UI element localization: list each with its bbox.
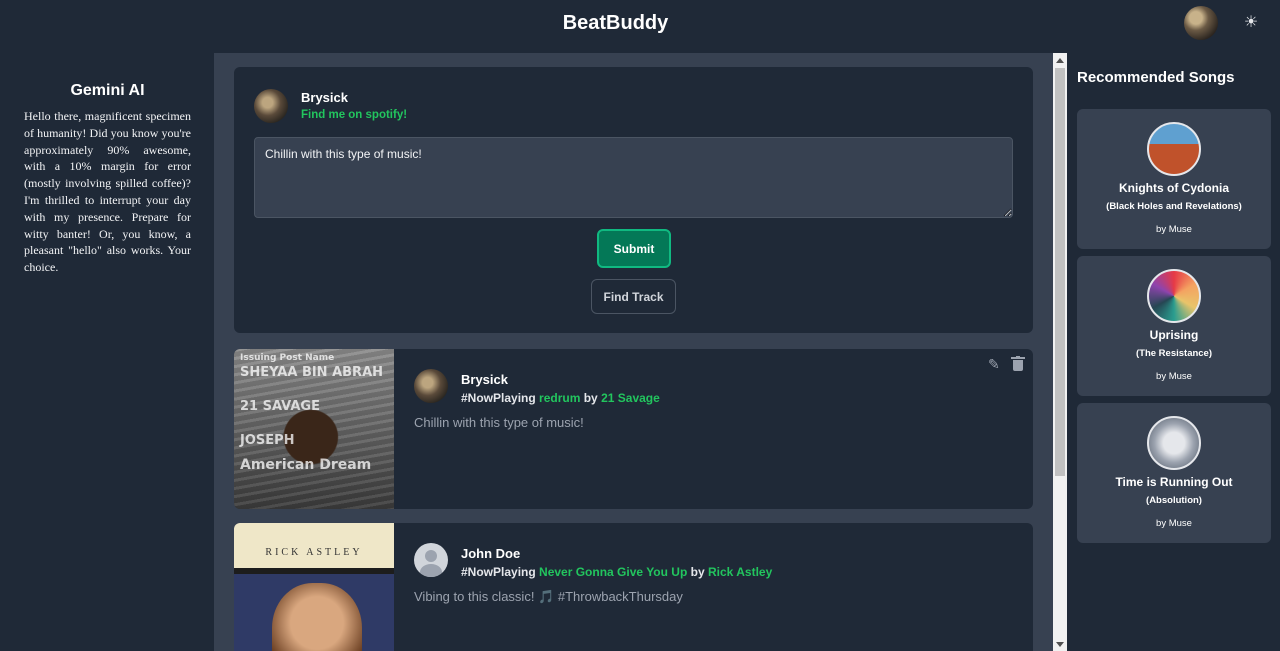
cover-text: JOSEPH: [240, 433, 295, 448]
song-title: Knights of Cydonia: [1119, 181, 1229, 195]
feed-scrollbar[interactable]: [1053, 53, 1067, 651]
hashtag: #NowPlaying: [461, 565, 536, 579]
song-artist: by Muse: [1156, 224, 1192, 235]
recommended-title: Recommended Songs: [1077, 69, 1235, 86]
artist-link[interactable]: 21 Savage: [601, 391, 660, 405]
delete-icon[interactable]: [1011, 356, 1025, 372]
song-album: (The Resistance): [1135, 348, 1213, 359]
top-header: BeatBuddy ☀: [0, 0, 1280, 50]
song-album: (Black Holes and Revelations): [1106, 201, 1242, 212]
recommended-song-card[interactable]: Knights of Cydonia (Black Holes and Reve…: [1077, 109, 1271, 249]
sun-icon[interactable]: ☀: [1242, 13, 1260, 31]
edit-icon[interactable]: ✎: [988, 356, 1004, 372]
song-artist: by Muse: [1156, 371, 1192, 382]
feed: Brysick Find me on spotify! Chillin with…: [214, 53, 1053, 651]
post-username[interactable]: Brysick: [461, 372, 508, 387]
scroll-down-icon[interactable]: [1056, 642, 1064, 647]
album-art: [1147, 269, 1201, 323]
post-username[interactable]: John Doe: [461, 546, 520, 561]
track-link[interactable]: redrum: [539, 391, 580, 405]
music-note-icon: 🎵: [538, 589, 555, 604]
cover-text: 21 SAVAGE: [240, 399, 320, 414]
track-link[interactable]: Never Gonna Give You Up: [539, 565, 687, 579]
gemini-panel: Gemini AI Hello there, magnificent speci…: [24, 82, 191, 276]
album-cover: Issuing Post Name SHEYAA BIN ABRAH 21 SA…: [234, 349, 394, 509]
artist-link[interactable]: Rick Astley: [708, 565, 772, 579]
post-input[interactable]: Chillin with this type of music!: [254, 137, 1013, 218]
user-avatar[interactable]: [1184, 6, 1218, 40]
album-art: [1147, 416, 1201, 470]
post-card: Issuing Post Name SHEYAA BIN ABRAH 21 SA…: [234, 349, 1033, 509]
cover-text: Issuing Post Name: [240, 353, 335, 363]
gemini-title: Gemini AI: [70, 82, 145, 99]
recommended-song-card[interactable]: Uprising (The Resistance) by Muse: [1077, 256, 1271, 396]
post-avatar[interactable]: [414, 369, 448, 403]
post-composer: Brysick Find me on spotify! Chillin with…: [234, 67, 1033, 333]
find-track-button[interactable]: Find Track: [591, 279, 676, 314]
by-label: by: [690, 565, 705, 579]
cover-portrait: [272, 583, 362, 651]
song-artist: by Muse: [1156, 518, 1192, 529]
post-content: Chillin with this type of music!: [414, 415, 584, 430]
by-label: by: [583, 391, 598, 405]
gemini-message: Hello there, magnificent specimen of hum…: [24, 109, 191, 275]
album-cover: RICK ASTLEY: [234, 523, 394, 651]
post-text: Vibing to this classic!: [414, 589, 535, 604]
composer-username: Brysick: [301, 90, 348, 105]
song-album: (Absolution): [1146, 495, 1202, 506]
now-playing-line: #NowPlaying redrum by 21 Savage: [461, 391, 660, 405]
recommended-song-card[interactable]: Time is Running Out (Absolution) by Muse: [1077, 403, 1271, 543]
submit-button[interactable]: Submit: [597, 229, 671, 268]
composer-avatar: [254, 89, 288, 123]
song-title: Uprising: [1149, 328, 1199, 342]
cover-text: American Dream: [240, 457, 372, 473]
album-art: [1147, 122, 1201, 176]
scroll-up-icon[interactable]: [1056, 58, 1064, 63]
spotify-link[interactable]: Find me on spotify!: [301, 109, 407, 121]
hashtag: #NowPlaying: [461, 391, 536, 405]
post-content: Vibing to this classic! 🎵 #ThrowbackThur…: [414, 589, 683, 605]
cover-text: RICK ASTLEY: [265, 547, 363, 558]
app-title: BeatBuddy: [562, 12, 669, 34]
post-hashtag: #ThrowbackThursday: [557, 589, 683, 604]
cover-text: SHEYAA BIN ABRAH: [240, 365, 384, 380]
song-title: Time is Running Out: [1115, 475, 1233, 489]
post-card: RICK ASTLEY John Doe #NowPlaying Never G…: [234, 523, 1033, 651]
scroll-thumb[interactable]: [1055, 68, 1065, 476]
default-avatar-icon[interactable]: [414, 543, 448, 577]
now-playing-line: #NowPlaying Never Gonna Give You Up by R…: [461, 565, 772, 579]
